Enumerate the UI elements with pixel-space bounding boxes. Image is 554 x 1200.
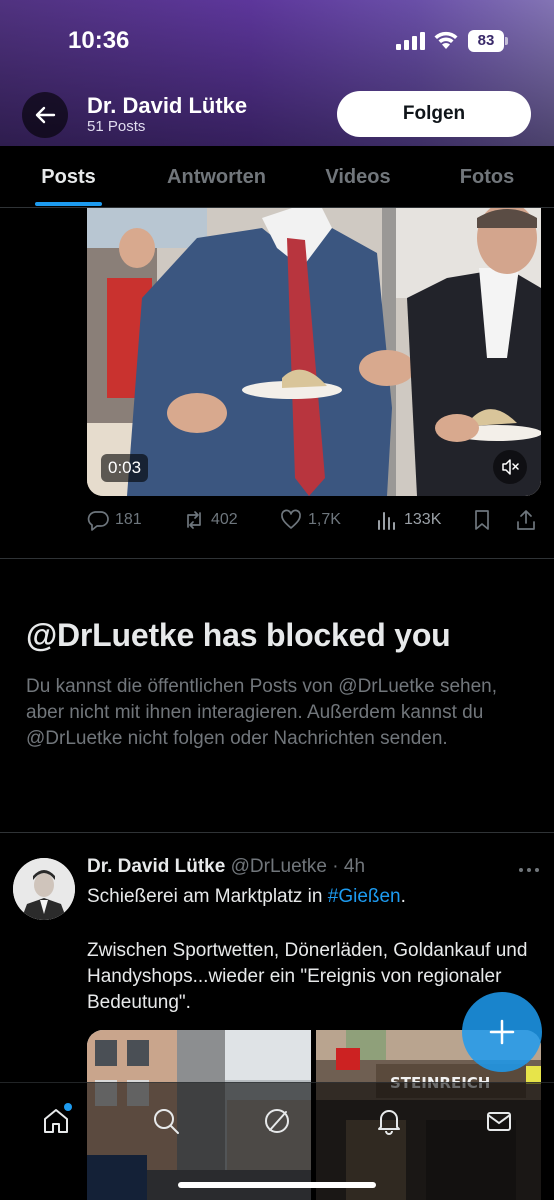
hashtag-link[interactable]: #Gießen [328,886,401,907]
messages-icon [487,1112,511,1131]
tweet-author-name[interactable]: Dr. David Lütke [87,856,225,877]
views-action[interactable]: 133K [376,504,441,536]
tweet-time: · 4h [332,856,366,877]
avatar[interactable] [13,858,75,920]
status-time: 10:36 [68,27,130,54]
wifi-icon [434,31,458,49]
repost-icon [187,511,201,529]
battery-tip [505,37,508,45]
search-icon [154,1109,179,1134]
repost-count: 402 [211,511,238,528]
blocked-description: Du kannst die öffentlichen Posts von @Dr… [26,676,497,749]
tweet-text-paragraph: Zwischen Sportwetten, Dönerläden, Goldan… [87,940,528,1013]
back-arrow-icon [35,106,56,124]
reply-icon [87,511,109,531]
home-indicator [178,1182,376,1188]
tweet-author-handle[interactable]: @DrLuetke [231,856,327,877]
video-frame-image [87,208,541,496]
share-icon [517,510,535,530]
repost-action[interactable]: 402 [183,504,238,536]
bookmark-action[interactable] [471,504,493,536]
notification-dot [64,1103,72,1111]
profile-name: Dr. David Lütke [87,93,248,118]
tweet-text-prefix: Schießerei am Marktplatz in [87,886,328,907]
compose-button[interactable] [462,992,542,1072]
tweet-text-line1: Schießerei am Marktplatz in #Gießen. [87,884,537,910]
profile-tabs: Posts Antworten Videos Fotos [0,146,554,208]
mute-button[interactable] [493,450,527,484]
avatar-image [13,858,75,920]
tweet-header: Dr. David Lütke @DrLuetke · 4h [87,856,365,878]
divider [0,832,554,833]
nav-notifications[interactable] [369,1101,409,1141]
reply-count: 181 [115,511,142,528]
like-action[interactable]: 1,7K [280,504,341,536]
view-count: 133K [404,511,442,528]
reply-action[interactable]: 181 [87,504,142,536]
views-icon [378,512,395,530]
tweet-text-suffix: . [400,886,406,907]
nav-messages[interactable] [479,1101,519,1141]
profile-row: Dr. David Lütke 51 Posts Folgen [0,88,554,144]
like-count: 1,7K [308,511,341,528]
blocked-title: @DrLuetke has blocked you [26,617,451,653]
like-icon [281,509,301,529]
status-bar: 10:36 83 [0,0,554,82]
more-icon[interactable] [514,860,544,880]
video-player[interactable]: 0:03 [87,208,541,496]
battery-level: 83 [468,30,504,52]
profile-header: 10:36 83 Dr. David Lütke 51 Posts Folgen [0,0,554,146]
follow-button[interactable]: Folgen [337,91,531,137]
back-button[interactable] [22,92,68,138]
divider [0,558,554,559]
profile-post-count: 51 Posts [87,118,146,135]
cellular-signal-icon [396,32,425,50]
video-duration: 0:03 [101,454,149,482]
notifications-icon [378,1110,400,1135]
tab-replies[interactable]: Antworten [150,146,283,208]
tab-photos[interactable]: Fotos [440,146,534,208]
share-action[interactable] [515,504,537,536]
nav-search[interactable] [146,1101,186,1141]
compose-icon [489,1019,515,1045]
mute-icon [502,459,519,475]
grok-icon [265,1109,289,1133]
post-actions: 181 402 1,7K 133K [87,504,541,536]
nav-home[interactable] [36,1101,76,1141]
battery-indicator: 83 [468,30,508,52]
active-tab-indicator [35,202,102,206]
bookmark-icon [475,510,489,530]
tab-videos[interactable]: Videos [308,146,408,208]
tab-posts[interactable]: Posts [20,146,117,208]
nav-grok[interactable] [257,1101,297,1141]
